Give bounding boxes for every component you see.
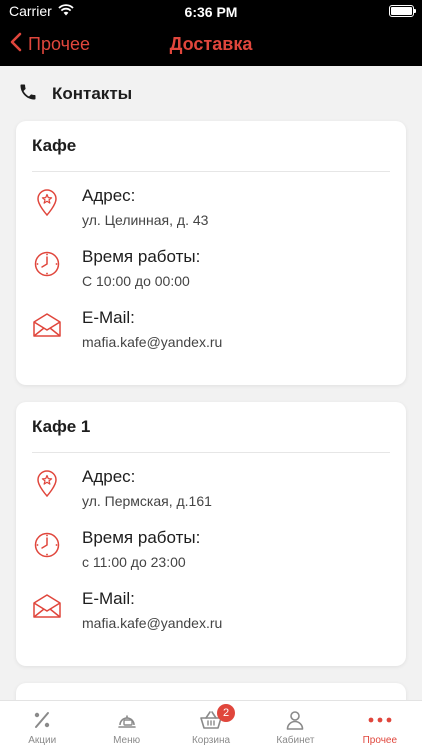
hours-value: с 11:00 до 23:00 bbox=[82, 554, 186, 570]
hours-row: Время работы: с 11:00 до 23:00 bbox=[16, 528, 406, 589]
clock-icon bbox=[32, 249, 62, 279]
hours-row: Время работы: С 10:00 до 00:00 bbox=[16, 247, 406, 308]
tab-more[interactable]: Прочее bbox=[338, 701, 422, 750]
location-pin-icon bbox=[32, 188, 62, 218]
email-value[interactable]: mafia.kafe@yandex.ru bbox=[82, 333, 222, 351]
email-value[interactable]: mafia.kafe@yandex.ru bbox=[82, 614, 222, 632]
navigation-bar: Прочее Доставка bbox=[0, 22, 422, 66]
user-icon bbox=[285, 709, 305, 731]
address-value[interactable]: ул. Целинная, д. 43 bbox=[82, 211, 208, 229]
percent-icon bbox=[32, 709, 52, 731]
envelope-icon bbox=[32, 310, 62, 340]
card-title: Кафе 1 bbox=[32, 417, 91, 436]
contact-card: Кафе Адрес: ул. Целинная, д. 43 Время ра… bbox=[16, 121, 406, 385]
contacts-section-header: Контакты bbox=[0, 66, 422, 122]
status-bar: Carrier 6:36 PM bbox=[0, 0, 422, 22]
email-label: E-Mail: bbox=[82, 589, 135, 608]
tab-label: Меню bbox=[113, 735, 141, 746]
battery-icon bbox=[389, 5, 416, 17]
phone-icon bbox=[18, 82, 38, 107]
back-button[interactable]: Прочее bbox=[10, 22, 90, 66]
tab-bar: Акции Меню 2 Корзина Кабинет Прочее bbox=[0, 700, 422, 750]
address-label: Адрес: bbox=[82, 467, 136, 486]
address-row: Адрес: ул. Пермская, д.161 bbox=[16, 467, 406, 528]
menu-food-icon bbox=[115, 709, 139, 731]
tab-account[interactable]: Кабинет bbox=[253, 701, 337, 750]
email-label: E-Mail: bbox=[82, 308, 135, 327]
address-value[interactable]: ул. Пермская, д.161 bbox=[82, 492, 212, 510]
chevron-left-icon bbox=[10, 32, 22, 57]
more-dots-icon bbox=[368, 709, 392, 731]
tab-promotions[interactable]: Акции bbox=[0, 701, 84, 750]
tab-cart[interactable]: 2 Корзина bbox=[169, 701, 253, 750]
contact-card: Кафе 1 Адрес: ул. Пермская, д.161 Время … bbox=[16, 402, 406, 666]
email-row: E-Mail: mafia.kafe@yandex.ru bbox=[16, 589, 406, 650]
hours-value: С 10:00 до 00:00 bbox=[82, 273, 190, 289]
tab-label: Акции bbox=[28, 735, 57, 746]
carrier-label: Carrier bbox=[9, 3, 52, 19]
status-left: Carrier bbox=[9, 3, 74, 19]
location-pin-icon bbox=[32, 469, 62, 499]
tab-label: Кабинет bbox=[276, 735, 315, 746]
address-row: Адрес: ул. Целинная, д. 43 bbox=[16, 186, 406, 247]
cart-badge: 2 bbox=[217, 704, 236, 722]
envelope-icon bbox=[32, 591, 62, 621]
clock-icon bbox=[32, 530, 62, 560]
section-title: Контакты bbox=[52, 84, 133, 103]
top-bar: Carrier 6:36 PM Прочее Доставка bbox=[0, 0, 422, 66]
hours-label: Время работы: bbox=[82, 528, 201, 547]
email-row: E-Mail: mafia.kafe@yandex.ru bbox=[16, 308, 406, 369]
wifi-icon bbox=[58, 3, 74, 19]
back-button-label: Прочее bbox=[28, 33, 90, 54]
card-title: Кафе bbox=[32, 136, 77, 155]
address-label: Адрес: bbox=[82, 186, 136, 205]
tab-label: Прочее bbox=[362, 735, 398, 746]
hours-label: Время работы: bbox=[82, 247, 201, 266]
tab-label: Корзина bbox=[191, 735, 231, 746]
tab-menu[interactable]: Меню bbox=[84, 701, 168, 750]
